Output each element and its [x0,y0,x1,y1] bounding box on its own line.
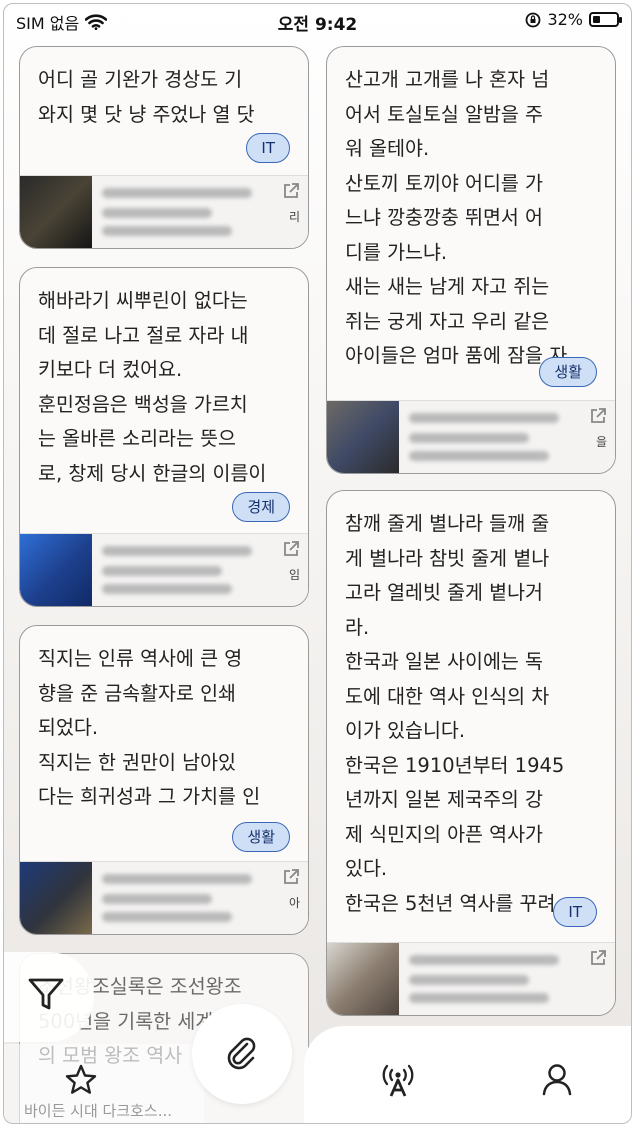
battery-percent: 32% [547,10,583,29]
card-text: 어디 골 기완가 경상도 기 와지 몇 닷 냥 주었나 열 닷 [38,68,255,126]
link-preview[interactable]: 아 [20,861,308,934]
card-text: 참깨 줄게 별나라 들깨 줄 게 별나라 참빗 줄게 볕나 고라 열레빗 줄게 … [345,512,565,915]
feed-card[interactable]: 산고개 고개를 나 혼자 넘 어서 토실토실 알밤을 주 워 올테야. 산토끼 … [326,46,616,474]
category-badge[interactable]: 생활 [539,357,597,387]
category-badge[interactable]: 경제 [232,492,290,522]
feed-card[interactable]: 참깨 줄게 별나라 들깨 줄 게 별나라 참빗 줄게 볕나 고라 열레빗 줄게 … [326,490,616,1016]
preview-thumbnail [20,176,92,248]
category-badge[interactable]: 생활 [232,822,290,852]
category-badge[interactable]: IT [246,133,290,163]
battery-icon [589,12,622,27]
star-icon[interactable] [64,1063,98,1097]
rotation-lock-icon [526,12,541,27]
preview-thumbnail [327,943,399,1015]
card-text: 직지는 인류 역사에 큰 영 향을 준 금속활자로 인쇄 되었다. 직지는 한 … [38,647,261,808]
external-link-icon[interactable] [282,868,300,886]
link-preview[interactable]: 을 [327,400,615,473]
link-preview[interactable] [327,942,615,1015]
card-text: 산고개 고개를 나 혼자 넘 어서 토실토실 알밤을 주 워 올테야. 산토끼 … [345,68,568,367]
link-preview[interactable]: 리 [20,175,308,248]
feed-card[interactable]: 직지는 인류 역사에 큰 영 향을 준 금속활자로 인쇄 되었다. 직지는 한 … [19,625,309,935]
card-text: 해바라기 씨뿌린이 없다는 데 절로 나고 절로 자라 내 키보다 더 컸어요.… [38,289,267,485]
status-bar: SIM 없음 오전 9:42 32% [4,4,631,40]
feed-card[interactable]: 어디 골 기완가 경상도 기 와지 몇 닷 냥 주었나 열 닷 IT 리 [19,46,309,249]
preview-thumbnail [20,862,92,934]
link-preview[interactable]: 임 [20,533,308,606]
bottom-nav-bar [304,1026,631,1123]
person-icon[interactable] [541,1062,573,1096]
paperclip-icon [227,1037,256,1070]
attach-button[interactable] [192,1004,292,1104]
feed-card[interactable]: 해바라기 씨뿌린이 없다는 데 절로 나고 절로 자라 내 키보다 더 컸어요.… [19,267,309,607]
preview-text-peek: 임 [288,568,300,582]
preview-thumbnail [327,401,399,473]
preview-text-peek: 을 [595,435,607,449]
battery-fill [593,16,600,23]
next-card-peek: 바이든 시대 다크호스... [24,1102,173,1120]
antenna-icon[interactable] [378,1060,418,1100]
category-badge[interactable]: IT [553,897,597,927]
preview-text-peek: 리 [288,210,300,224]
app-screen: SIM 없음 오전 9:42 32% 어디 골 기완가 경상도 기 와지 몇 닷… [3,3,632,1124]
filter-icon [28,978,64,1010]
preview-text-peek: 아 [288,896,300,910]
external-link-icon[interactable] [282,182,300,200]
external-link-icon[interactable] [589,407,607,425]
filter-button[interactable] [4,952,94,1042]
external-link-icon[interactable] [282,540,300,558]
external-link-icon[interactable] [589,949,607,967]
preview-thumbnail [20,534,92,606]
